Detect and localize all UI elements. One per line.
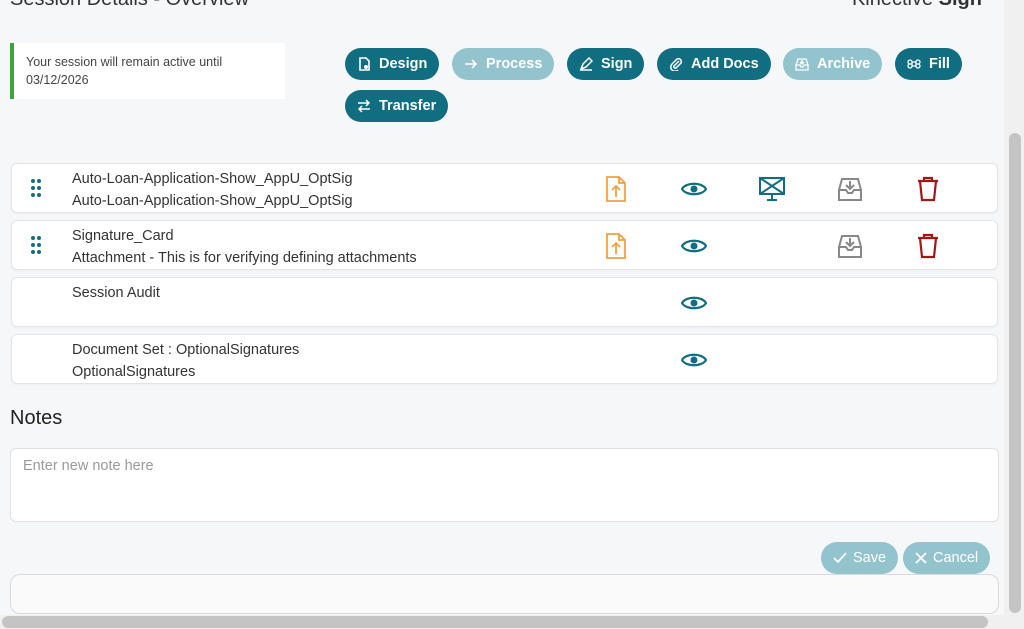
document-description: OptionalSignatures bbox=[72, 364, 196, 380]
document-name: Document Set : OptionalSignatures bbox=[72, 342, 300, 358]
horizontal-scroll-thumb[interactable] bbox=[2, 616, 988, 628]
vertical-scrollbar[interactable] bbox=[1004, 0, 1024, 629]
session-expiry-banner: Your session will remain active until 03… bbox=[10, 43, 285, 99]
archive-inbox-icon[interactable] bbox=[835, 174, 865, 204]
view-eye-icon[interactable] bbox=[679, 288, 709, 318]
document-row: Signature_Card Attachment - This is for … bbox=[11, 220, 998, 270]
delete-trash-icon[interactable] bbox=[913, 174, 943, 204]
horizontal-scrollbar[interactable] bbox=[0, 615, 1004, 629]
document-description: Auto-Loan-Application-Show_AppU_OptSig bbox=[72, 193, 353, 209]
close-icon bbox=[915, 552, 927, 564]
document-description: Attachment - This is for verifying defin… bbox=[72, 250, 417, 266]
delete-trash-icon[interactable] bbox=[913, 231, 943, 261]
brand-logo: Kinective Sign bbox=[852, 0, 982, 11]
arrow-right-icon bbox=[465, 59, 478, 69]
drag-handle-icon[interactable] bbox=[30, 235, 42, 255]
upload-file-icon[interactable] bbox=[601, 174, 631, 204]
vertical-scroll-thumb[interactable] bbox=[1009, 133, 1021, 613]
add-docs-button[interactable]: Add Docs bbox=[657, 48, 771, 80]
process-button[interactable]: Process bbox=[452, 48, 555, 80]
screen-cancel-icon[interactable] bbox=[757, 174, 787, 204]
document-name: Session Audit bbox=[72, 285, 160, 301]
archive-button[interactable]: Archive bbox=[783, 48, 883, 80]
document-row: Document Set : OptionalSignatures Option… bbox=[11, 334, 998, 384]
notes-heading: Notes bbox=[10, 407, 63, 429]
view-eye-icon[interactable] bbox=[679, 345, 709, 375]
sign-button[interactable]: Sign bbox=[567, 48, 645, 80]
paperclip-icon bbox=[670, 57, 683, 71]
check-icon bbox=[833, 552, 847, 564]
archive-inbox-icon[interactable] bbox=[835, 231, 865, 261]
drag-handle-icon[interactable] bbox=[30, 178, 42, 198]
view-eye-icon[interactable] bbox=[679, 174, 709, 204]
view-eye-icon[interactable] bbox=[679, 231, 709, 261]
notes-list-box bbox=[10, 574, 999, 614]
session-expiry-date: 03/12/2026 bbox=[26, 73, 89, 87]
cancel-button[interactable]: Cancel bbox=[903, 542, 991, 574]
note-placeholder: Enter new note here bbox=[23, 458, 154, 474]
upload-file-icon[interactable] bbox=[601, 231, 631, 261]
note-input[interactable]: Enter new note here bbox=[10, 448, 999, 522]
inbox-download-icon bbox=[795, 58, 809, 71]
document-row: Session Audit bbox=[11, 277, 998, 327]
document-name: Signature_Card bbox=[72, 228, 174, 244]
pen-icon bbox=[579, 57, 593, 71]
transfer-button[interactable]: Transfer bbox=[345, 90, 449, 122]
fill-button[interactable]: Fill bbox=[895, 48, 962, 80]
session-expiry-text: Your session will remain active until bbox=[26, 55, 223, 69]
command-icon bbox=[907, 59, 921, 69]
design-button[interactable]: Design bbox=[345, 48, 440, 80]
save-button[interactable]: Save bbox=[821, 542, 899, 574]
transfer-arrows-icon bbox=[357, 99, 371, 113]
page-title: Session Details - Overview bbox=[10, 0, 249, 11]
document-name: Auto-Loan-Application-Show_AppU_OptSig bbox=[72, 171, 353, 187]
document-gear-icon bbox=[359, 57, 370, 71]
document-row: Auto-Loan-Application-Show_AppU_OptSig A… bbox=[11, 163, 998, 213]
